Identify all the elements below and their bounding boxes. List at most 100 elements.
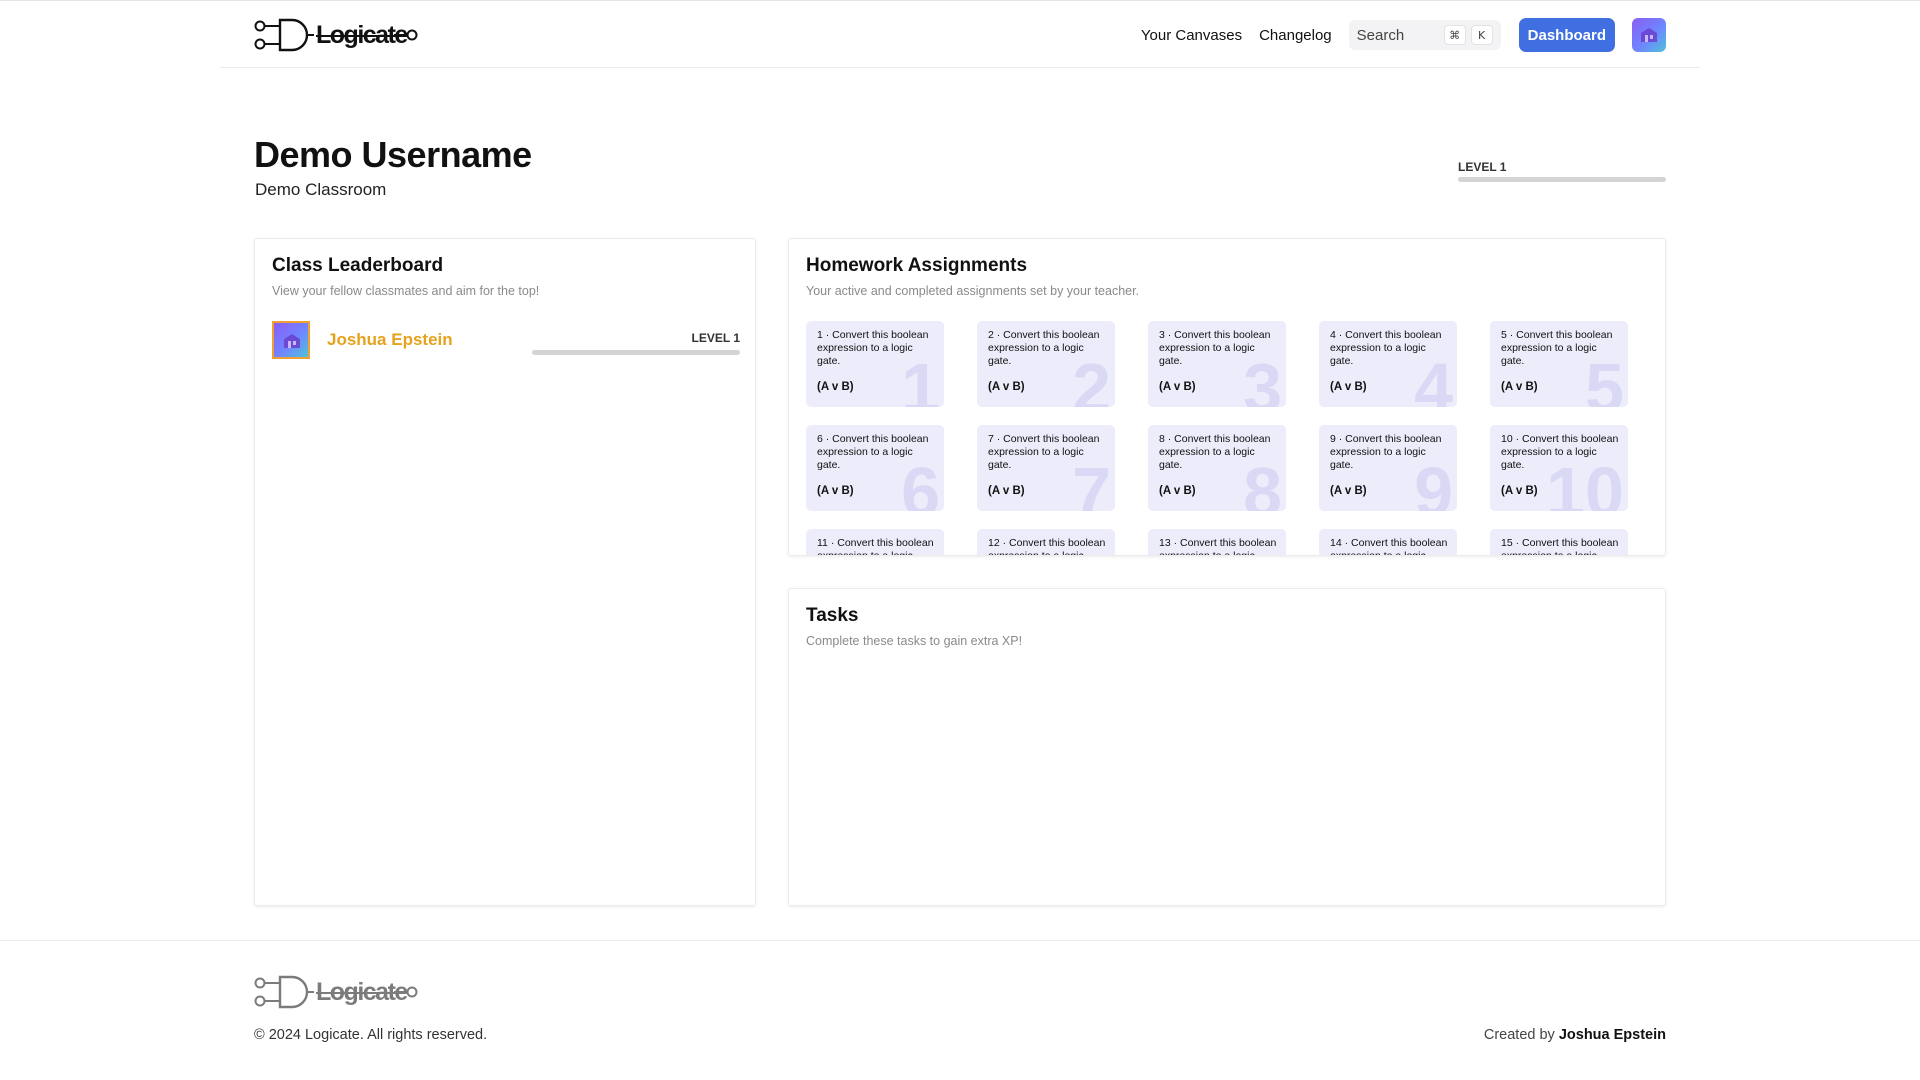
assignment-card[interactable]: 1414 · Convert this boolean expression t… xyxy=(1319,529,1457,555)
homework-title: Homework Assignments xyxy=(806,255,1028,276)
assignment-prompt: Convert this boolean expression to a log… xyxy=(1330,433,1442,471)
assignment-expression: (A v B) xyxy=(988,381,1025,393)
footer-author-link[interactable]: Joshua Epstein xyxy=(1559,1027,1666,1043)
assignment-prompt: Convert this boolean expression to a log… xyxy=(988,329,1100,367)
assignment-card[interactable]: 99 · Convert this boolean expression to … xyxy=(1319,425,1457,511)
assignment-card[interactable]: 33 · Convert this boolean expression to … xyxy=(1148,321,1286,407)
assignment-description: 6 · Convert this boolean expression to a… xyxy=(817,433,937,472)
tasks-title: Tasks xyxy=(806,605,859,626)
shortcut-k-key: K xyxy=(1470,25,1493,45)
footer-divider xyxy=(0,940,1920,941)
assignment-expression: (A v B) xyxy=(1330,485,1367,497)
assignment-index: 13 · xyxy=(1159,537,1181,549)
assignment-prompt: Convert this boolean expression to a log… xyxy=(1501,329,1613,367)
footer-copyright: © 2024 Logicate. All rights reserved. xyxy=(254,1027,488,1043)
assignment-expression: (A v B) xyxy=(817,381,854,393)
profile-level-progress-bar xyxy=(1458,177,1666,182)
leaderboard-entry-name: Joshua Epstein xyxy=(327,330,453,349)
assignment-card[interactable]: 22 · Convert this boolean expression to … xyxy=(977,321,1115,407)
assignment-description: 7 · Convert this boolean expression to a… xyxy=(988,433,1108,472)
leaderboard-avatar xyxy=(272,321,310,359)
assignment-description: 1 · Convert this boolean expression to a… xyxy=(817,329,937,368)
assignment-prompt: Convert this boolean expression to a log… xyxy=(817,329,929,367)
assignment-index: 14 · xyxy=(1330,537,1352,549)
assignment-expression: (A v B) xyxy=(1330,381,1367,393)
assignment-card[interactable]: 10 10 · Convert this boolean expression t… xyxy=(1490,425,1628,511)
search-box[interactable]: Search ⌘ K xyxy=(1348,20,1501,50)
footer-created-by: Created by xyxy=(1483,1027,1559,1043)
leaderboard-subtitle: View your fellow classmates and aim for … xyxy=(272,284,540,298)
assignment-card[interactable]: 1313 · Convert this boolean expression t… xyxy=(1148,529,1286,555)
assignment-grid: 11 · Convert this boolean expression to … xyxy=(806,321,1650,555)
assignment-description: 2 · Convert this boolean expression to a… xyxy=(988,329,1108,368)
site-header: Logicate Your Canvases Changelog Search … xyxy=(220,0,1700,68)
assignment-description: 10 · Convert this boolean expression to … xyxy=(1501,433,1621,472)
class-leaderboard-card: Class Leaderboard View your fellow class… xyxy=(254,238,756,906)
assignment-expression: (A v B) xyxy=(1159,381,1196,393)
assignment-expression: (A v B) xyxy=(988,485,1025,497)
leaderboard-entry-progress-bar xyxy=(532,350,740,355)
assignment-card[interactable]: 11 · Convert this boolean expression to … xyxy=(806,321,944,407)
assignment-description: 3 · Convert this boolean expression to a… xyxy=(1159,329,1279,368)
assignment-index: 4 · xyxy=(1330,329,1346,341)
assignment-prompt: Convert this boolean expression to a log… xyxy=(1330,329,1442,367)
profile-level-label: LEVEL 1 xyxy=(1458,160,1507,174)
assignment-card[interactable]: 88 · Convert this boolean expression to … xyxy=(1148,425,1286,511)
assignment-prompt: Convert this boolean expression to a log… xyxy=(1159,329,1271,367)
assignment-expression: (A v B) xyxy=(817,485,854,497)
profile-classroom: Demo Classroom xyxy=(255,180,387,199)
leaderboard-title: Class Leaderboard xyxy=(272,255,444,276)
user-avatar[interactable] xyxy=(1632,18,1666,52)
nav-changelog[interactable]: Changelog xyxy=(1259,27,1332,44)
assignment-card[interactable]: 1111 · Convert this boolean expression t… xyxy=(806,529,944,555)
assignment-card[interactable]: 55 · Convert this boolean expression to … xyxy=(1490,321,1628,407)
assignment-description: 11 · Convert this boolean expression to … xyxy=(817,537,937,555)
avatar-building-icon xyxy=(284,334,300,348)
footer-credit: Created by Joshua Epstein xyxy=(1484,1027,1666,1043)
nav-your-canvases[interactable]: Your Canvases xyxy=(1141,27,1242,44)
profile-username: Demo Username xyxy=(254,134,532,175)
assignment-prompt: Convert this boolean expression to a log… xyxy=(988,433,1100,471)
assignment-index: 11 · xyxy=(817,537,838,549)
assignment-description: 15 · Convert this boolean expression to … xyxy=(1501,537,1621,555)
search-label: Search xyxy=(1356,26,1405,44)
assignment-description: 13 · Convert this boolean expression to … xyxy=(1159,537,1279,555)
assignment-card[interactable]: 1515 · Convert this boolean expression t… xyxy=(1490,529,1628,555)
assignment-card[interactable]: 66 · Convert this boolean expression to … xyxy=(806,425,944,511)
assignment-index: 6 · xyxy=(817,433,833,445)
assignment-index: 9 · xyxy=(1330,433,1346,445)
logicate-logo[interactable]: Logicate xyxy=(254,17,418,53)
assignment-description: 9 · Convert this boolean expression to a… xyxy=(1330,433,1450,472)
assignment-index: 8 · xyxy=(1159,433,1175,445)
assignment-index: 1 · xyxy=(817,329,833,341)
assignment-description: 12 · Convert this boolean expression to … xyxy=(988,537,1108,555)
assignment-expression: (A v B) xyxy=(1159,485,1196,497)
leaderboard-entry[interactable]: Joshua Epstein LEVEL 1 xyxy=(272,321,740,361)
assignment-card[interactable]: 44 · Convert this boolean expression to … xyxy=(1319,321,1457,407)
assignment-index: 5 · xyxy=(1501,329,1517,341)
dashboard-page: Logicate Your Canvases Changelog Search … xyxy=(0,0,1920,1080)
logo-wordmark: Logicate xyxy=(316,21,408,49)
assignment-index: 15 · xyxy=(1501,537,1523,549)
leaderboard-entry-level: LEVEL 1 xyxy=(691,331,740,345)
assignment-expression: (A v B) xyxy=(1501,485,1538,497)
tasks-subtitle: Complete these tasks to gain extra XP! xyxy=(806,634,1023,648)
assignment-description: 8 · Convert this boolean expression to a… xyxy=(1159,433,1279,472)
assignment-expression: (A v B) xyxy=(1501,381,1538,393)
assignment-index: 2 · xyxy=(988,329,1004,341)
header-nav: Your Canvases Changelog Search ⌘ K Dashb… xyxy=(1141,17,1666,53)
assignment-description: 5 · Convert this boolean expression to a… xyxy=(1501,329,1621,368)
assignment-index: 3 · xyxy=(1159,329,1175,341)
assignment-card[interactable]: 1212 · Convert this boolean expression t… xyxy=(977,529,1115,555)
dashboard-button[interactable]: Dashboard xyxy=(1518,18,1615,52)
assignment-description: 4 · Convert this boolean expression to a… xyxy=(1330,329,1450,368)
assignment-prompt: Convert this boolean expression to a log… xyxy=(817,433,929,471)
footer-logo[interactable]: Logicate xyxy=(254,974,418,1010)
homework-assignments-card: Homework Assignments Your active and com… xyxy=(788,238,1666,556)
homework-subtitle: Your active and completed assignments se… xyxy=(806,284,1140,298)
tasks-card: Tasks Complete these tasks to gain extra… xyxy=(788,588,1666,906)
footer-logo-wordmark: Logicate xyxy=(316,978,408,1006)
assignment-prompt: Convert this boolean expression to a log… xyxy=(1159,433,1271,471)
assignment-card[interactable]: 77 · Convert this boolean expression to … xyxy=(977,425,1115,511)
assignment-index: 7 · xyxy=(988,433,1004,445)
